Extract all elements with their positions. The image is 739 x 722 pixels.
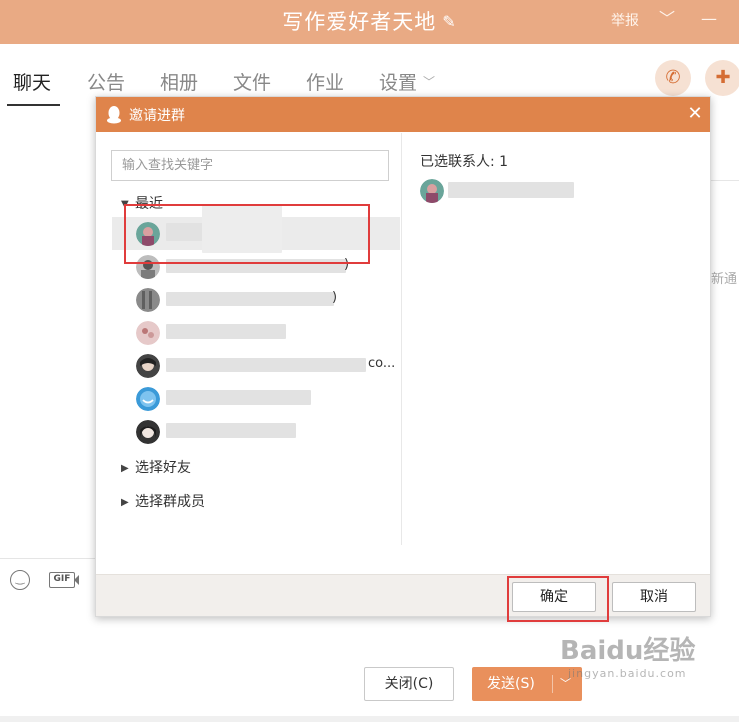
triangle-right-icon: ▶ — [121, 497, 129, 508]
selected-contact-avatar[interactable] — [420, 179, 444, 203]
tab-files[interactable]: 文件 — [233, 68, 271, 95]
group-friends[interactable]: ▶ 选择好友 — [121, 457, 191, 477]
avatar — [136, 387, 160, 411]
redacted-name — [166, 423, 296, 438]
contact-row[interactable] — [112, 415, 400, 448]
baidu-watermark: Baidu经验 jingyan.baidu.com — [560, 630, 735, 690]
tab-settings[interactable]: 设置 ﹀ — [379, 68, 435, 95]
highlight-box-contact — [124, 204, 370, 264]
pencil-icon[interactable]: ✎ — [442, 12, 456, 31]
contact-row[interactable]: co... — [112, 349, 400, 382]
tab-album[interactable]: 相册 — [160, 68, 198, 95]
tab-homework[interactable]: 作业 — [306, 68, 344, 95]
tab-announcement[interactable]: 公告 — [87, 68, 125, 95]
send-button-divider — [552, 675, 553, 693]
contact-row[interactable] — [112, 382, 400, 415]
qq-penguin-icon — [107, 106, 121, 124]
chevron-down-icon: ﹀ — [423, 75, 436, 89]
cancel-button[interactable]: 取消 — [612, 582, 696, 612]
gif-icon[interactable]: GIF — [49, 572, 75, 588]
redacted-name — [166, 324, 286, 339]
active-tab-indicator — [7, 104, 60, 106]
phone-call-button[interactable]: ✆ — [655, 60, 691, 96]
add-message-icon: ✚ — [715, 67, 731, 88]
send-button-label: 发送(S) — [487, 676, 535, 692]
right-panel-divider — [711, 180, 739, 181]
group-friends-label: 选择好友 — [135, 460, 191, 476]
highlight-box-confirm — [507, 576, 609, 622]
video-icon[interactable] — [74, 575, 79, 585]
avatar — [136, 354, 160, 378]
dialog-header: 邀请进群 ✕ — [96, 97, 710, 132]
redacted-selected-name — [448, 182, 574, 198]
report-link[interactable]: 举报 — [611, 10, 639, 30]
column-divider — [401, 133, 402, 545]
invite-dialog: 邀请进群 ✕ ▼最近 ) ) co... — [95, 96, 711, 617]
watermark-main: Baidu经验 — [560, 636, 696, 666]
title-bar: 写作爱好者天地 ✎ 举报 ﹀ — — [0, 0, 739, 44]
input-divider — [0, 558, 95, 559]
search-input[interactable] — [111, 150, 389, 181]
chevron-down-icon[interactable]: ﹀ — [657, 8, 677, 30]
group-members[interactable]: ▶ 选择群成员 — [121, 491, 205, 511]
contact-row[interactable] — [112, 316, 400, 349]
group-members-label: 选择群成员 — [135, 494, 205, 510]
emoji-icon[interactable]: ‿ — [10, 570, 30, 590]
close-icon[interactable]: ✕ — [686, 103, 704, 124]
contact-name-tail: co... — [368, 356, 396, 371]
redacted-name — [166, 358, 366, 372]
tab-chat[interactable]: 聊天 — [13, 68, 51, 95]
avatar — [136, 420, 160, 444]
contact-name-tail: ) — [332, 290, 338, 305]
phone-icon: ✆ — [665, 67, 681, 88]
avatar — [136, 288, 160, 312]
avatar — [136, 321, 160, 345]
watermark-sub: jingyan.baidu.com — [568, 667, 687, 680]
dialog-footer: 确定 取消 — [96, 574, 710, 616]
add-message-button[interactable]: ✚ — [705, 60, 739, 96]
contact-row[interactable]: ) — [112, 283, 400, 316]
triangle-right-icon: ▶ — [121, 463, 129, 474]
right-panel-text: 新通 — [711, 272, 738, 287]
selected-count-label: 已选联系人: 1 — [420, 154, 509, 170]
group-title-text: 写作爱好者天地 — [282, 10, 437, 34]
redacted-name — [166, 390, 311, 405]
bottom-edge — [0, 716, 739, 722]
redacted-name — [166, 292, 334, 306]
tab-settings-label: 设置 — [379, 72, 418, 94]
close-chat-button[interactable]: 关闭(C) — [364, 667, 454, 701]
minimize-icon[interactable]: — — [699, 8, 719, 30]
dialog-title: 邀请进群 — [129, 108, 185, 124]
